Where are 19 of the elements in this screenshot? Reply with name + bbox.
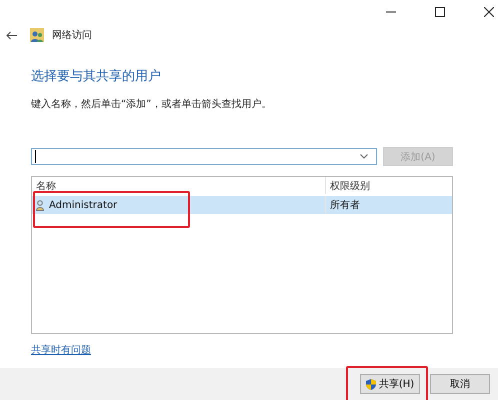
dropdown-icon[interactable] xyxy=(360,154,368,159)
dialog-button[interactable]: 取消 xyxy=(430,374,490,394)
text-cursor xyxy=(35,150,36,163)
close-icon[interactable] xyxy=(484,7,494,17)
user-icon xyxy=(36,200,44,210)
help-link[interactable]: 共享时有问题 xyxy=(31,343,91,357)
permission-level: 所有者 xyxy=(325,196,452,214)
dialog-button[interactable]: 共享(H) xyxy=(360,374,420,394)
shield-icon xyxy=(366,378,376,390)
column-header[interactable]: 权限级别 xyxy=(325,177,452,194)
column-header[interactable]: 名称 xyxy=(32,177,325,194)
back-icon[interactable] xyxy=(6,30,17,40)
page-heading: 选择要与其共享的用户 xyxy=(31,68,162,85)
instruction-text: 键入名称，然后单击“添加”，或者单击箭头查找用户。 xyxy=(31,98,272,111)
users-icon xyxy=(30,28,44,42)
user-row[interactable]: Administrator 所有者 xyxy=(32,196,452,214)
user-name: Administrator xyxy=(49,200,118,210)
maximize-icon[interactable] xyxy=(435,7,445,17)
window-title: 网络访问 xyxy=(52,28,92,42)
